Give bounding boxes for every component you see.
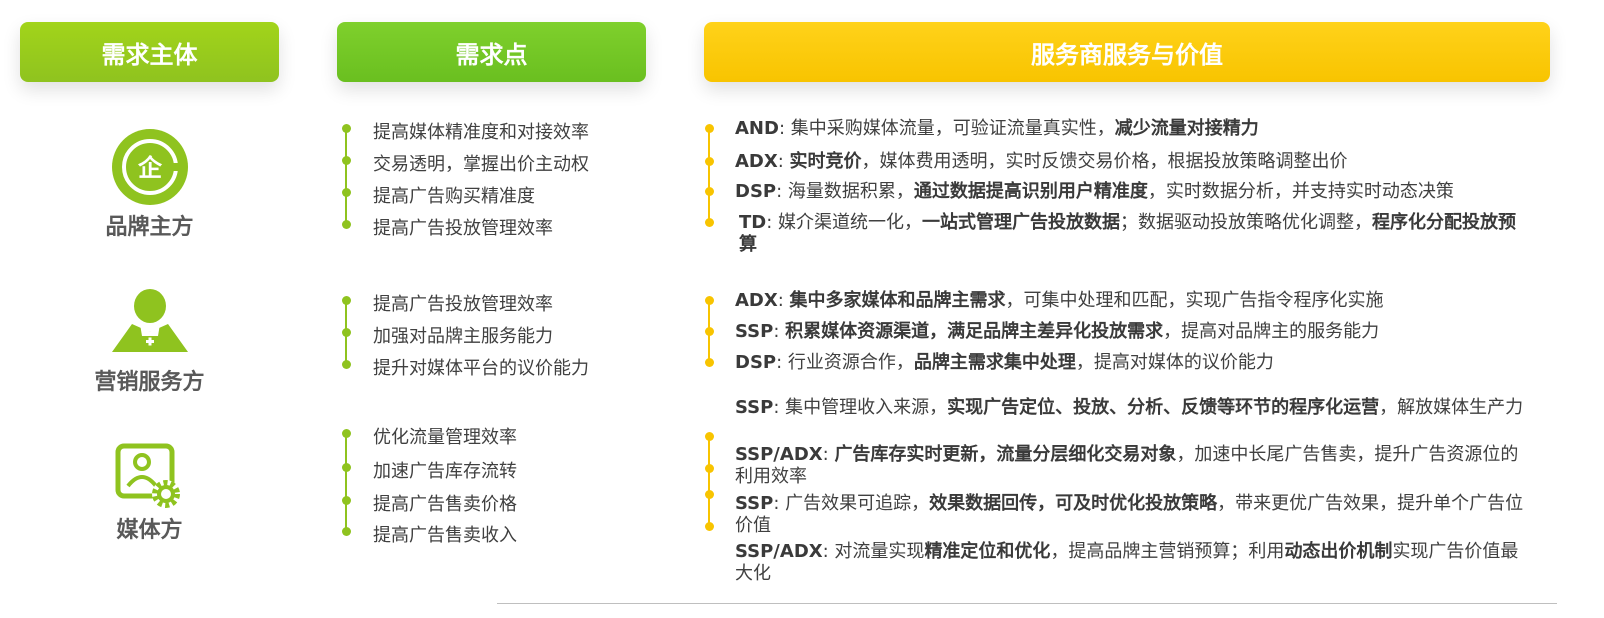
services-connector-line (708, 128, 710, 224)
header-service-value: 服务商服务与价值 (704, 22, 1550, 82)
entity-marketing-service-label: 营销服务方 (94, 370, 205, 395)
bullet-dot (704, 157, 714, 166)
entity-media-label: 媒体方 (116, 518, 183, 543)
bullet-dot (704, 490, 714, 499)
bullet-dot (341, 527, 351, 536)
bullet-dot (341, 328, 351, 337)
bullet-dot (341, 124, 351, 133)
service-person-icon (111, 289, 188, 352)
header-service-value-label: 服务商服务与价值 (1031, 40, 1223, 69)
bullet-dot (704, 464, 714, 473)
bullet-dot (704, 124, 714, 133)
bullet-dot (341, 220, 351, 229)
needs-connector-line (345, 433, 347, 531)
needs-connector-line (345, 128, 347, 226)
svg-text:企: 企 (138, 154, 163, 182)
bullet-dot (704, 432, 714, 441)
entity-marketing-service: 营销服务方 (20, 288, 279, 396)
entity-media: 媒体方 (20, 442, 279, 544)
bottom-divider (497, 603, 1557, 604)
bullet-dot (341, 463, 351, 472)
header-demand-points-label: 需求点 (455, 40, 528, 69)
entity-brand-label: 品牌主方 (105, 215, 194, 240)
entity-brand: 企 品牌主方 (20, 127, 279, 241)
bullet-dot (704, 522, 714, 531)
bullet-dot (341, 296, 351, 305)
header-demand-subject: 需求主体 (20, 22, 279, 82)
bullet-dot (341, 156, 351, 165)
bullet-dot (704, 327, 714, 336)
services-connector-line (708, 434, 710, 530)
bullet-dot (341, 360, 351, 369)
header-demand-points: 需求点 (337, 22, 646, 82)
bullet-dot (704, 296, 714, 305)
enterprise-icon: 企 (111, 129, 188, 205)
bullet-dot (341, 429, 351, 438)
bullet-dot (341, 188, 351, 197)
bullet-dot (704, 187, 714, 196)
header-demand-subject-label: 需求主体 (101, 40, 198, 69)
bullet-dot (704, 358, 714, 367)
user-settings-icon (115, 443, 180, 508)
bullet-dot (704, 218, 714, 227)
bullet-dot (341, 496, 351, 505)
